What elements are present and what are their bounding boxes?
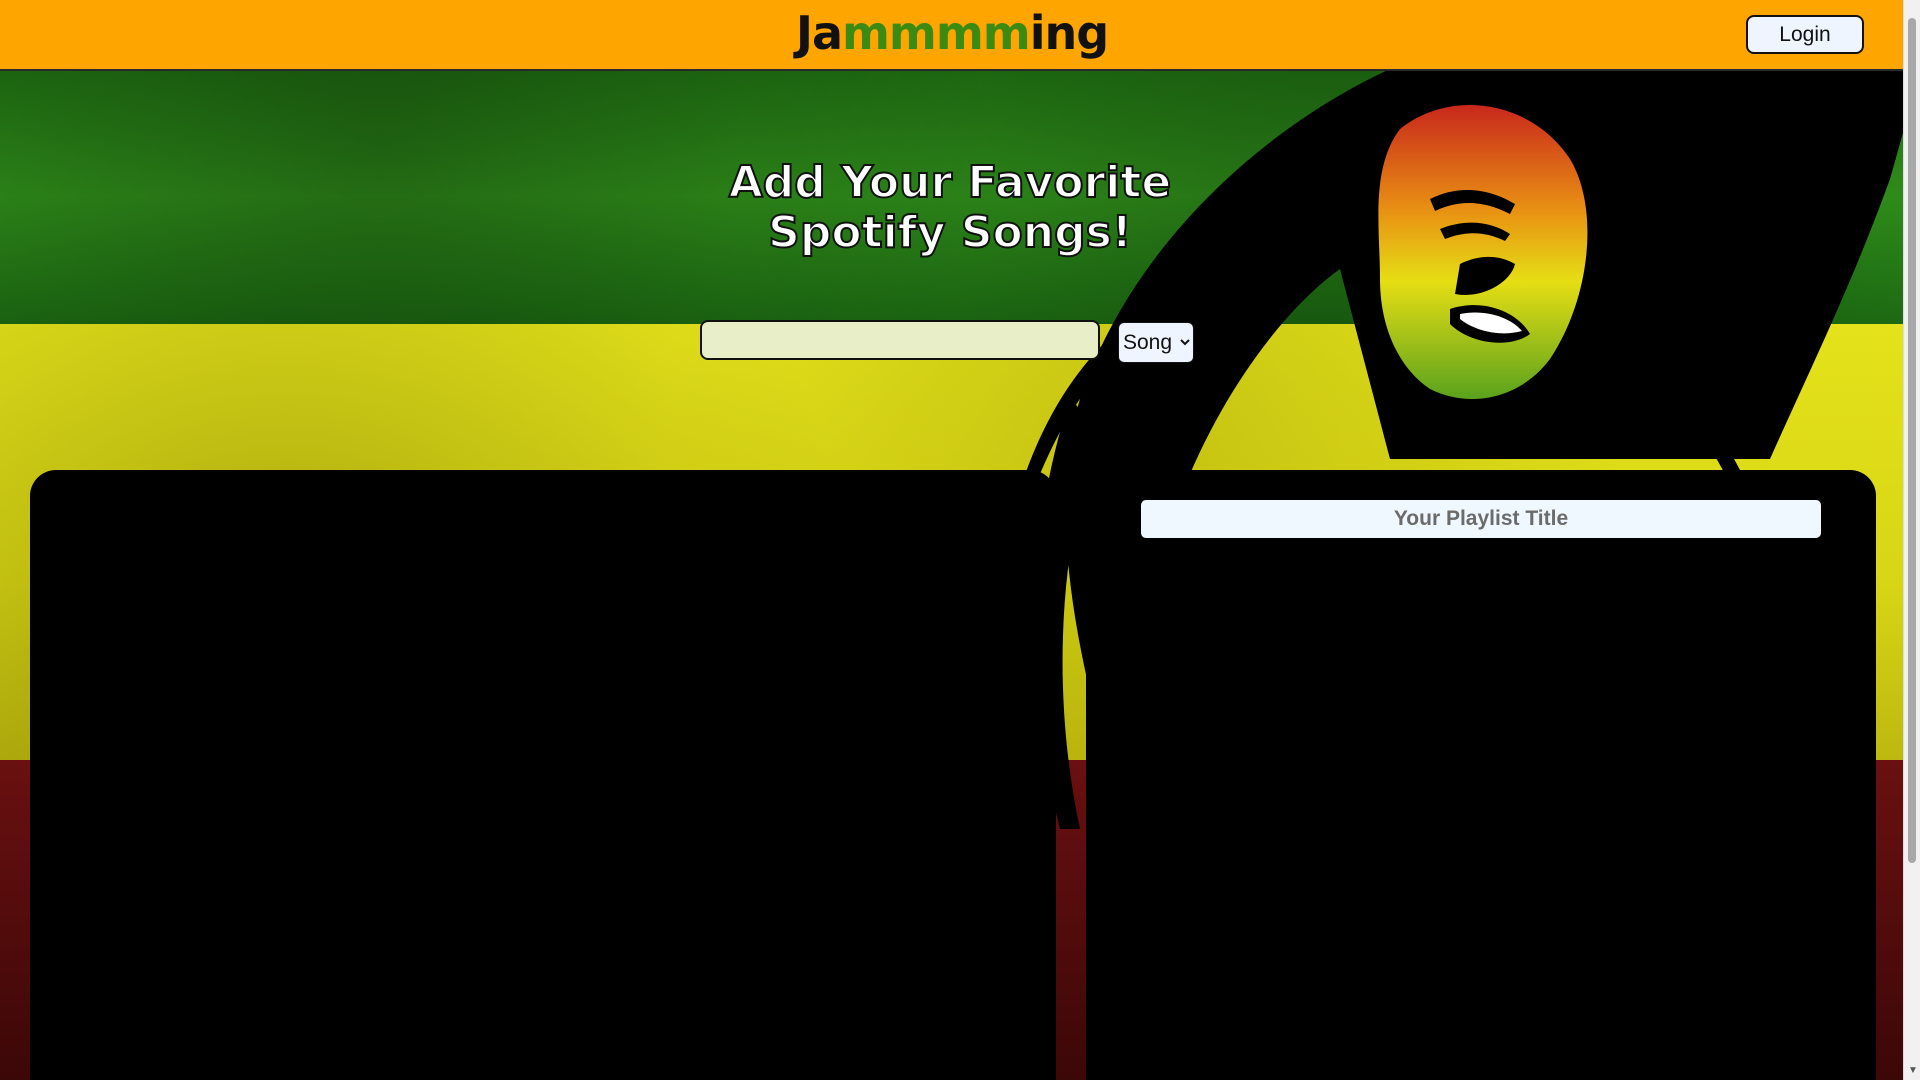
search-input[interactable] [700,320,1100,360]
login-button[interactable]: Login [1746,15,1864,54]
playlist-panel [1086,470,1876,1080]
hero-title-line-2: Spotify Songs! [767,207,1133,259]
logo-suffix: ing [1029,6,1109,60]
scrollbar-thumb[interactable] [1908,18,1916,863]
top-header: Jammmming Login [0,0,1904,71]
app-logo: Jammmming [0,6,1904,60]
hero-title-line-1: Add Your Favorite [728,157,1173,209]
logo-prefix: Ja [795,6,843,60]
playlist-title-input[interactable] [1141,500,1821,538]
search-results-panel [30,470,1056,1080]
app-page: Jammmming Login Add Your Favorite Spotif… [0,0,1920,1080]
chevron-down-icon[interactable]: ▼ [1908,1065,1918,1076]
hero-title: Add Your Favorite Spotify Songs! [640,157,1260,259]
logo-middle: mmmm [841,6,1031,60]
page-scrollbar[interactable]: ▼ [1903,0,1920,1080]
search-type-select[interactable]: Song [1118,322,1194,363]
